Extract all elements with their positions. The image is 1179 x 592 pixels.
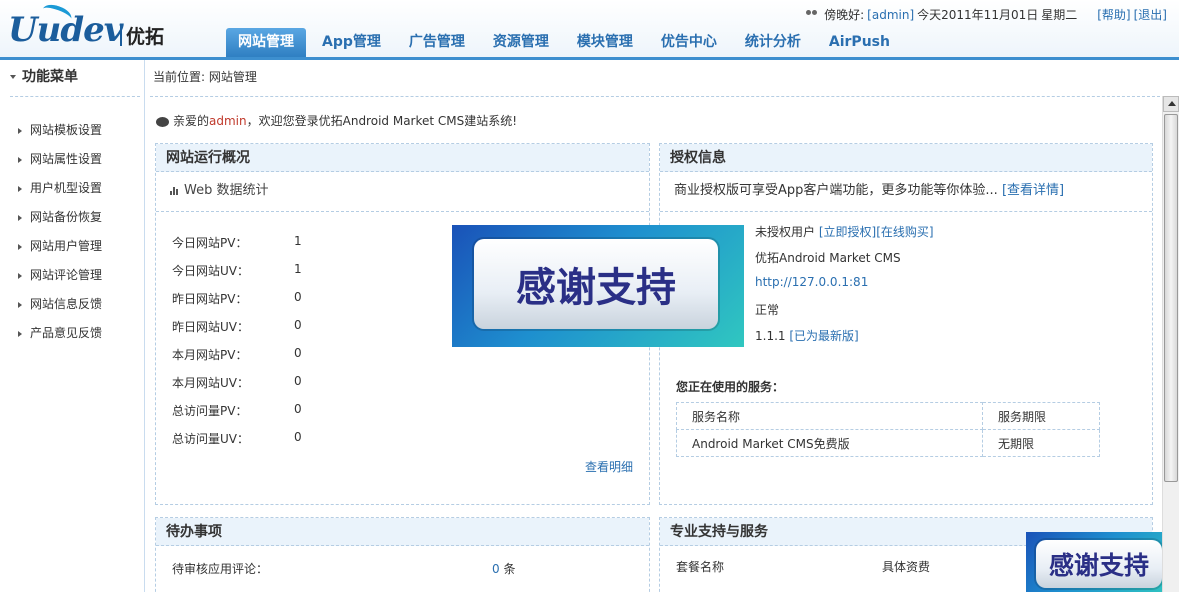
breadcrumb-divider xyxy=(150,96,1160,97)
help-link[interactable]: [帮助] xyxy=(1097,6,1130,23)
authorize-now-link[interactable]: [立即授权] xyxy=(819,225,876,239)
panel-title: 授权信息 xyxy=(660,144,1152,172)
caret-right-icon xyxy=(18,243,22,250)
stat-row: 本月网站PV： 0 xyxy=(172,346,302,362)
table-header-cell: 服务名称 xyxy=(676,402,983,430)
username-link[interactable]: [admin] xyxy=(867,8,914,22)
scroll-up-arrow-icon[interactable] xyxy=(1163,96,1179,112)
site-url-link[interactable]: http://127.0.0.1:81 xyxy=(755,275,868,289)
caret-right-icon xyxy=(18,127,22,134)
breadcrumb: 当前位置: 网站管理 xyxy=(153,70,257,84)
logo-brand-cn: 优拓 xyxy=(126,26,165,48)
caret-right-icon xyxy=(18,330,22,337)
services-table: 服务名称 服务期限 Android Market CMS免费版 无期限 xyxy=(676,402,1100,457)
sidebar: 功能菜单 网站模板设置 网站属性设置 用户机型设置 网站备份恢复 网站用户管理 … xyxy=(0,60,145,592)
tab-statistics[interactable]: 统计分析 xyxy=(733,28,813,57)
bar-chart-icon xyxy=(170,186,180,195)
sidebar-item-backup[interactable]: 网站备份恢复 xyxy=(18,207,102,236)
banner-text: 感谢支持 xyxy=(516,265,676,311)
tab-ad-center[interactable]: 优告中心 xyxy=(649,28,729,57)
latest-version-link[interactable]: [已为最新版] xyxy=(789,329,858,343)
stat-row: 昨日网站UV： 0 xyxy=(172,318,302,334)
banner-text: 感谢支持 xyxy=(1048,551,1149,580)
sidebar-item-device-models[interactable]: 用户机型设置 xyxy=(18,178,102,207)
sidebar-item-feedback[interactable]: 网站信息反馈 xyxy=(18,294,102,323)
tab-app-management[interactable]: App管理 xyxy=(310,28,393,57)
speech-bubble-icon xyxy=(156,116,169,127)
license-state: 正常 xyxy=(755,303,780,317)
welcome-username: admin xyxy=(209,114,247,128)
thanks-banner[interactable]: 感谢支持 xyxy=(452,225,744,347)
stat-row: 本月网站UV： 0 xyxy=(172,374,302,390)
todo-panel: 待办事项 待审核应用评论： 0 条 xyxy=(155,517,650,592)
caret-right-icon xyxy=(18,272,22,279)
sidebar-item-users[interactable]: 网站用户管理 xyxy=(18,236,102,265)
table-cell: 无期限 xyxy=(982,429,1100,457)
sidebar-item-product-feedback[interactable]: 产品意见反馈 xyxy=(18,323,102,352)
welcome-message: 亲爱的admin，欢迎您登录优拓Android Market CMS建站系统! xyxy=(156,112,517,129)
sidebar-title[interactable]: 功能菜单 xyxy=(10,66,78,86)
sidebar-item-properties[interactable]: 网站属性设置 xyxy=(18,149,102,178)
caret-right-icon xyxy=(18,185,22,192)
todo-row: 待审核应用评论： 0 条 xyxy=(172,562,516,576)
user-bar: 傍晚好: [admin] 今天2011年11月01日 星期二 [帮助] [退出] xyxy=(805,6,1167,23)
caret-right-icon xyxy=(18,156,22,163)
license-status: 未授权用户 [立即授权][在线购买] xyxy=(755,225,934,239)
stat-row: 今日网站UV： 1 xyxy=(172,262,302,278)
scroll-thumb[interactable] xyxy=(1164,114,1178,482)
logo-brand-latin: Uudev xyxy=(8,10,124,50)
current-weekday: 星期二 xyxy=(1041,8,1078,22)
table-cell: Android Market CMS免费版 xyxy=(676,429,983,457)
function-menu: 网站模板设置 网站属性设置 用户机型设置 网站备份恢复 网站用户管理 网站评论管… xyxy=(18,120,102,352)
pricing-header: 具体资费 xyxy=(882,560,931,574)
license-promo: 商业授权版可享受App客户端功能，更多功能等你体验... [查看详情] xyxy=(660,172,1152,212)
top-header: Uudev 优拓 傍晚好: [admin] 今天2011年11月01日 星期二 … xyxy=(0,0,1179,60)
table-header-cell: 服务期限 xyxy=(982,402,1100,430)
caret-right-icon xyxy=(18,214,22,221)
stat-row: 昨日网站PV： 0 xyxy=(172,290,302,306)
sidebar-item-comments[interactable]: 网站评论管理 xyxy=(18,265,102,294)
sidebar-divider xyxy=(10,96,140,97)
greeting: 傍晚好: xyxy=(824,8,865,22)
stat-row: 今日网站PV： 1 xyxy=(172,234,302,250)
logout-link[interactable]: [退出] xyxy=(1134,6,1167,23)
tab-airpush[interactable]: AirPush xyxy=(817,28,902,57)
panel-title: 网站运行概况 xyxy=(156,144,649,172)
logo[interactable]: Uudev 优拓 xyxy=(8,1,178,54)
tab-site-management[interactable]: 网站管理 xyxy=(226,28,306,57)
table-row: Android Market CMS免费版 无期限 xyxy=(676,429,1100,457)
stat-row: 总访问量UV： 0 xyxy=(172,430,302,446)
services-title: 您正在使用的服务： xyxy=(676,380,785,394)
table-header-row: 服务名称 服务期限 xyxy=(676,402,1100,430)
panel-title: 待办事项 xyxy=(156,518,649,546)
stat-row: 总访问量PV： 0 xyxy=(172,402,302,418)
product-name: 优拓Android Market CMS xyxy=(755,251,901,265)
current-date: 今天2011年11月01日 xyxy=(917,8,1039,22)
logo-divider xyxy=(120,24,122,46)
panel-subtitle: Web 数据统计 xyxy=(156,172,649,212)
thanks-banner-small[interactable]: 感谢支持 xyxy=(1026,532,1174,592)
tab-resource-management[interactable]: 资源管理 xyxy=(481,28,561,57)
main-nav: 网站管理 App管理 广告管理 资源管理 模块管理 优告中心 统计分析 AirP… xyxy=(226,28,906,57)
todo-count-link[interactable]: 0 xyxy=(492,562,500,576)
version-info: 1.1.1 [已为最新版] xyxy=(755,329,859,343)
caret-right-icon xyxy=(18,301,22,308)
sidebar-item-template[interactable]: 网站模板设置 xyxy=(18,120,102,149)
users-icon xyxy=(805,9,819,20)
view-more-link[interactable]: [查看详情] xyxy=(1002,183,1064,198)
caret-down-icon xyxy=(10,75,16,79)
view-details-link[interactable]: 查看明细 xyxy=(585,458,633,475)
buy-online-link[interactable]: [在线购买] xyxy=(876,225,933,239)
tab-ad-management[interactable]: 广告管理 xyxy=(397,28,477,57)
tab-module-management[interactable]: 模块管理 xyxy=(565,28,645,57)
vertical-scrollbar[interactable] xyxy=(1162,96,1179,592)
package-name-header: 套餐名称 xyxy=(676,560,725,574)
